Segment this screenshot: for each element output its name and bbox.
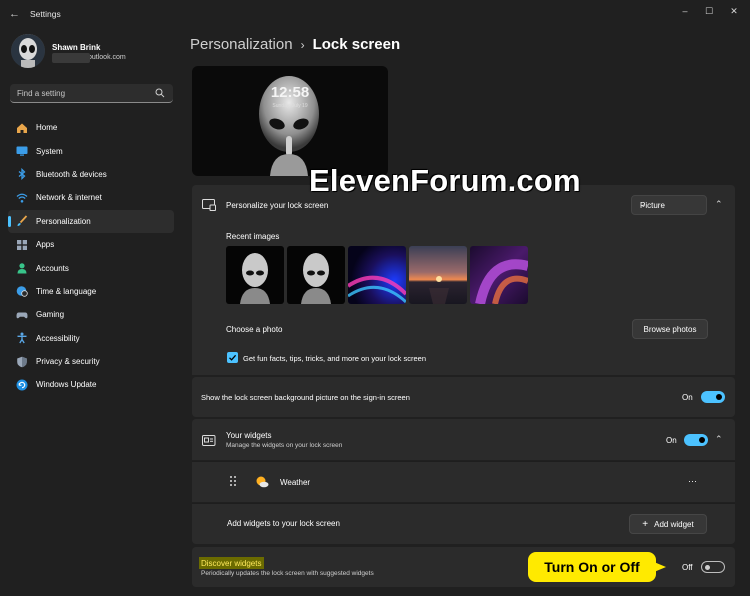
widgets-subtitle: Manage the widgets on your lock screen: [226, 442, 343, 449]
apps-icon: [16, 239, 28, 251]
update-icon: [16, 379, 28, 391]
recent-images-label: Recent images: [226, 232, 280, 241]
background-type-dropdown[interactable]: Picture ⌄: [631, 195, 707, 215]
recent-image-4[interactable]: [409, 246, 467, 304]
checkmark-icon: [229, 354, 237, 361]
gamepad-icon: [16, 309, 28, 321]
search-icon[interactable]: [155, 88, 165, 98]
fun-facts-label: Get fun facts, tips, tricks, and more on…: [243, 354, 426, 363]
sidebar-item-system[interactable]: System: [8, 139, 174, 162]
person-icon: [16, 262, 28, 274]
system-icon: [16, 145, 28, 157]
recent-image-5[interactable]: [470, 246, 528, 304]
fun-facts-checkbox[interactable]: [227, 352, 238, 363]
search-box[interactable]: [10, 84, 173, 103]
chevron-down-icon: ⌄: [640, 200, 647, 209]
shield-icon: [16, 356, 28, 368]
widgets-state: On: [666, 436, 677, 445]
recent-image-1[interactable]: [226, 246, 284, 304]
discover-widgets-subtitle: Periodically updates the lock screen wit…: [201, 570, 374, 577]
signin-background-label: Show the lock screen background picture …: [201, 393, 410, 402]
sidebar-item-home[interactable]: Home: [8, 116, 174, 139]
breadcrumb: Personalization › Lock screen: [190, 36, 400, 53]
recent-image-2[interactable]: [287, 246, 345, 304]
weather-icon: [256, 476, 269, 488]
brush-icon: [16, 215, 28, 227]
sidebar-item-gaming[interactable]: Gaming: [8, 303, 174, 326]
widgets-title: Your widgets: [226, 431, 272, 440]
maximize-button[interactable]: ☐: [698, 4, 720, 18]
sidebar-item-windows-update[interactable]: Windows Update: [8, 373, 174, 396]
discover-widgets-toggle[interactable]: [701, 561, 725, 573]
weather-widget-row: [192, 461, 735, 502]
watermark: ElevenForum.com: [309, 163, 581, 198]
signin-background-state: On: [682, 393, 693, 402]
plus-icon: +: [642, 518, 649, 530]
breadcrumb-parent[interactable]: Personalization: [190, 36, 293, 53]
accessibility-icon: [16, 332, 28, 344]
widgets-toggle[interactable]: [684, 434, 708, 446]
weather-label: Weather: [280, 478, 311, 487]
personalize-title: Personalize your lock screen: [226, 201, 329, 210]
sidebar-nav: Home System Bluetooth & devices Network …: [8, 116, 174, 397]
sidebar-item-network[interactable]: Network & internet: [8, 186, 174, 209]
add-widget-button[interactable]: + Add widget: [629, 514, 707, 534]
sidebar-item-bluetooth[interactable]: Bluetooth & devices: [8, 163, 174, 186]
sidebar-item-personalization[interactable]: Personalization: [8, 209, 174, 233]
preview-date: Sunday, July 19: [272, 103, 308, 109]
collapse-chevron-up-icon[interactable]: ⌃: [715, 199, 723, 210]
title-bar: ← Settings – ☐ ✕: [0, 0, 750, 28]
settings-window: ← Settings – ☐ ✕ Shawn Brink outlook.com: [0, 0, 750, 596]
minimize-button[interactable]: –: [674, 4, 696, 18]
back-arrow-icon[interactable]: ←: [9, 8, 21, 20]
widgets-chevron-up-icon[interactable]: ⌃: [715, 434, 723, 445]
avatar[interactable]: [11, 34, 45, 68]
close-button[interactable]: ✕: [723, 4, 745, 18]
chevron-right-icon: ›: [300, 37, 305, 52]
page-title: Lock screen: [312, 36, 401, 53]
widgets-card: [192, 419, 735, 460]
discover-widgets-state: Off: [682, 563, 693, 572]
preview-time: 12:58: [270, 84, 310, 101]
home-icon: [16, 122, 28, 134]
lock-screen-preview: 12:58 Sunday, July 19: [192, 66, 388, 176]
sidebar-item-time-language[interactable]: Time & language: [8, 280, 174, 303]
email-redaction: [52, 53, 90, 63]
app-title: Settings: [30, 9, 61, 19]
sidebar-item-privacy-security[interactable]: Privacy & security: [8, 350, 174, 373]
search-input[interactable]: [10, 84, 150, 102]
add-widgets-label: Add widgets to your lock screen: [227, 519, 340, 528]
alien-avatar-icon: [11, 34, 45, 68]
add-widget-label: Add widget: [654, 519, 694, 529]
widgets-icon: [202, 435, 216, 446]
more-options-icon[interactable]: ···: [688, 476, 697, 486]
browse-photos-button[interactable]: Browse photos: [632, 319, 708, 339]
lock-screen-icon: [202, 199, 216, 211]
profile-name: Shawn Brink: [52, 43, 101, 52]
callout-annotation: Turn On or Off: [528, 552, 666, 582]
choose-photo-label: Choose a photo: [226, 325, 283, 334]
discover-widgets-title: Discover widgets: [201, 559, 262, 568]
profile-email: outlook.com: [88, 54, 126, 61]
recent-image-3[interactable]: [348, 246, 406, 304]
sidebar-item-apps[interactable]: Apps: [8, 233, 174, 256]
bluetooth-icon: [16, 168, 28, 181]
sidebar-item-accounts[interactable]: Accounts: [8, 256, 174, 279]
signin-background-toggle[interactable]: [701, 391, 725, 403]
globe-clock-icon: [16, 285, 28, 298]
sidebar-item-accessibility[interactable]: Accessibility: [8, 327, 174, 350]
drag-handle-icon[interactable]: [229, 475, 237, 487]
wifi-icon: [16, 192, 28, 204]
